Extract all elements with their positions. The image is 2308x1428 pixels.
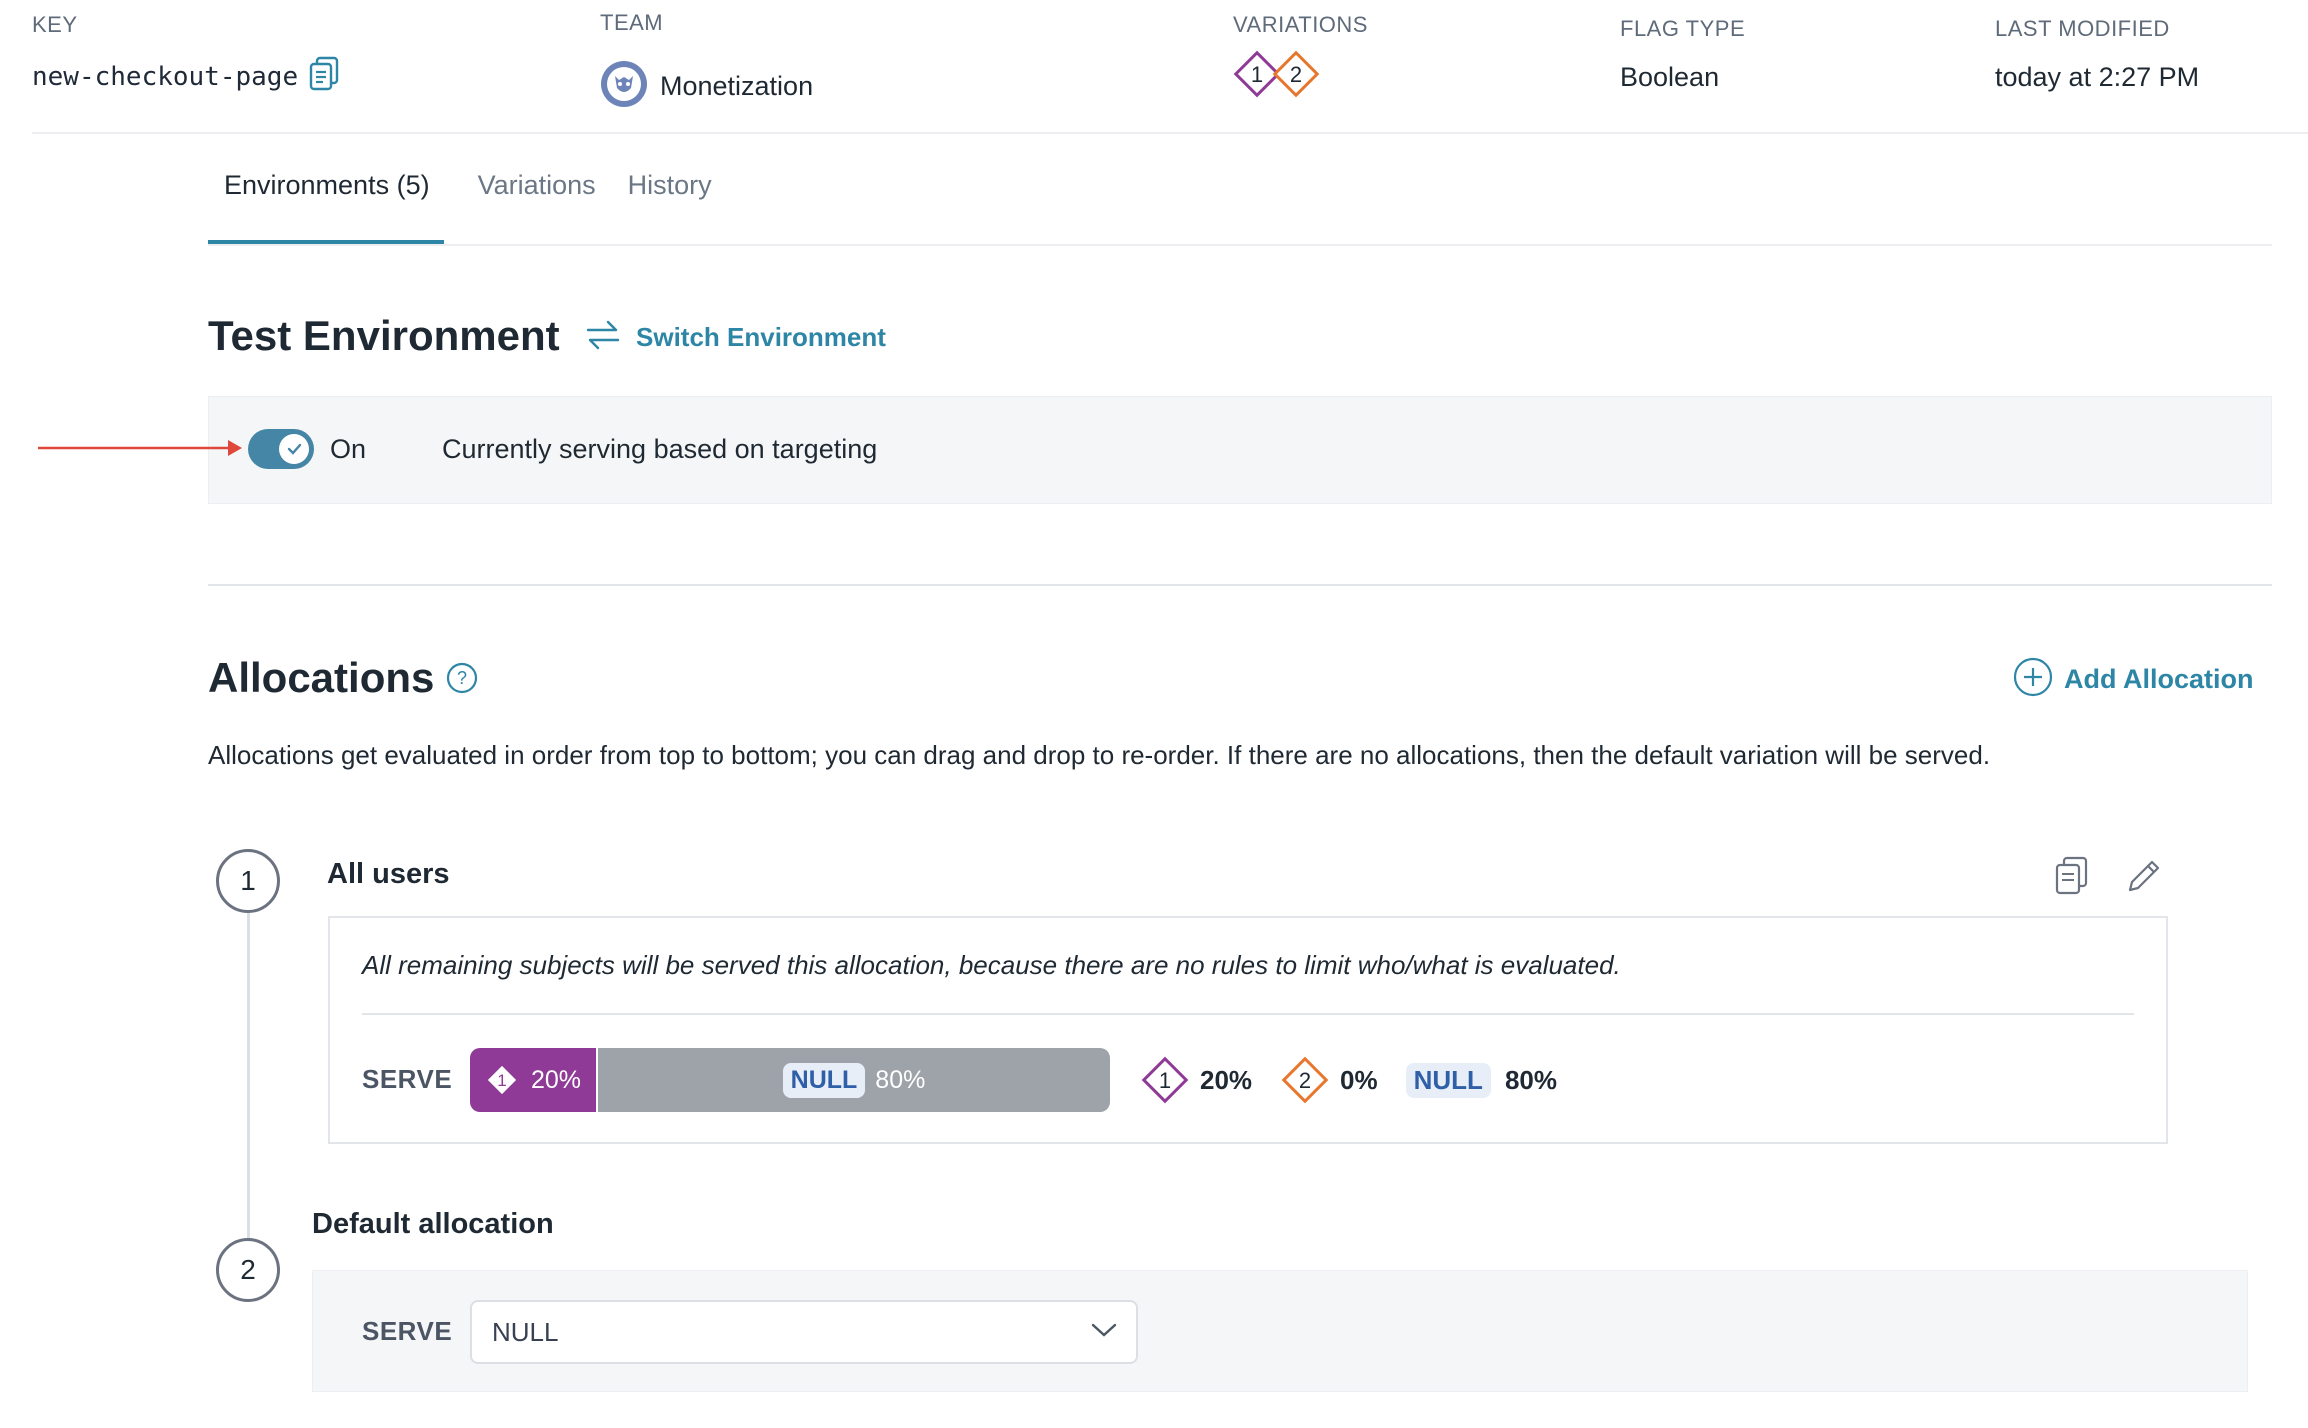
flag-key: new-checkout-page bbox=[32, 56, 342, 97]
split-segment-null: NULL 80% bbox=[598, 1048, 1110, 1112]
card-divider bbox=[362, 1013, 2134, 1015]
allocation-step-1: 1 bbox=[216, 849, 280, 913]
svg-text:2: 2 bbox=[1290, 62, 1302, 87]
toggle-state-label: On bbox=[330, 434, 367, 464]
section-divider bbox=[208, 584, 2272, 586]
variation-badges: 1 2 bbox=[1233, 50, 1323, 105]
allocations-title: Allocations bbox=[208, 654, 435, 701]
svg-text:2: 2 bbox=[1299, 1068, 1311, 1093]
select-value: NULL bbox=[492, 1316, 559, 1347]
variations-label: VARIATIONS bbox=[1233, 12, 1368, 37]
chevron-down-icon bbox=[1090, 1321, 1118, 1344]
help-icon[interactable]: ? bbox=[445, 661, 479, 700]
annotation-arrow-icon bbox=[38, 436, 244, 465]
last-modified-label: LAST MODIFIED bbox=[1995, 16, 2170, 41]
tab-bar: Environments (5) Variations History bbox=[208, 170, 712, 201]
variation-1-icon: 1 bbox=[1141, 1056, 1189, 1104]
team-label: TEAM bbox=[600, 10, 664, 35]
null-chip: NULL bbox=[782, 1062, 866, 1098]
split-segment-variation-1: 1 20% bbox=[470, 1048, 598, 1112]
add-allocation-button[interactable]: Add Allocation bbox=[2012, 656, 2254, 703]
team-value: Monetization bbox=[660, 71, 814, 101]
allocation-name: All users bbox=[327, 858, 450, 890]
switch-environment-label: Switch Environment bbox=[636, 322, 886, 352]
tab-environments[interactable]: Environments (5) bbox=[208, 170, 446, 201]
split-pct-variation-1: 20% bbox=[530, 1065, 582, 1094]
team: Monetization bbox=[600, 60, 813, 113]
last-modified-value: today at 2:27 PM bbox=[1995, 62, 2200, 92]
summary-variation-2: 2 0% bbox=[1280, 1055, 1378, 1105]
split-pct-null: 80% bbox=[875, 1065, 926, 1094]
environment-toggle[interactable] bbox=[248, 429, 314, 469]
allocation-timeline bbox=[247, 910, 250, 1240]
default-allocation-name: Default allocation bbox=[312, 1208, 554, 1240]
check-icon bbox=[287, 443, 302, 455]
summary-variation-1: 1 20% bbox=[1140, 1055, 1252, 1105]
variation-1-badge: 1 bbox=[1233, 50, 1281, 98]
copy-icon[interactable] bbox=[308, 56, 342, 97]
svg-text:?: ? bbox=[457, 668, 467, 688]
tab-variations[interactable]: Variations bbox=[478, 170, 596, 201]
header-divider bbox=[32, 132, 2308, 134]
serving-status-text: Currently serving based on targeting bbox=[442, 434, 878, 464]
default-serve-label: SERVE bbox=[362, 1316, 453, 1346]
duplicate-icon[interactable] bbox=[2054, 856, 2090, 901]
allocations-description: Allocations get evaluated in order from … bbox=[208, 740, 1991, 770]
svg-text:1: 1 bbox=[497, 1071, 506, 1090]
toggle-knob bbox=[279, 434, 309, 464]
plus-circle-icon bbox=[2012, 656, 2054, 703]
default-variation-select[interactable]: NULL bbox=[470, 1300, 1138, 1364]
tab-history[interactable]: History bbox=[628, 170, 712, 201]
edit-pencil-icon[interactable] bbox=[2124, 856, 2164, 901]
add-allocation-label: Add Allocation bbox=[2064, 664, 2254, 694]
key-label: KEY bbox=[32, 12, 78, 37]
svg-text:1: 1 bbox=[1251, 62, 1263, 87]
key-value: new-checkout-page bbox=[32, 61, 299, 92]
serve-label: SERVE bbox=[362, 1064, 453, 1094]
flag-type-value: Boolean bbox=[1620, 62, 1720, 92]
variation-2-badge: 2 bbox=[1272, 50, 1320, 98]
switch-environment-link[interactable]: Switch Environment bbox=[584, 318, 886, 357]
split-summary: 1 20% 2 0% NULL 80% bbox=[1140, 1053, 1557, 1107]
tab-divider bbox=[208, 244, 2272, 246]
environment-title: Test Environment bbox=[208, 312, 560, 359]
variation-1-icon: 1 bbox=[487, 1065, 517, 1095]
switch-arrows-icon bbox=[584, 318, 622, 357]
allocation-step-2: 2 bbox=[216, 1238, 280, 1302]
team-avatar-icon bbox=[600, 60, 648, 113]
summary-null: NULL 80% bbox=[1405, 1062, 1557, 1098]
variation-2-icon: 2 bbox=[1281, 1056, 1329, 1104]
split-bar[interactable]: 1 20% NULL 80% bbox=[470, 1048, 1110, 1112]
svg-text:1: 1 bbox=[1159, 1068, 1171, 1093]
flag-type-label: FLAG TYPE bbox=[1620, 16, 1746, 41]
allocation-note: All remaining subjects will be served th… bbox=[362, 950, 1621, 980]
